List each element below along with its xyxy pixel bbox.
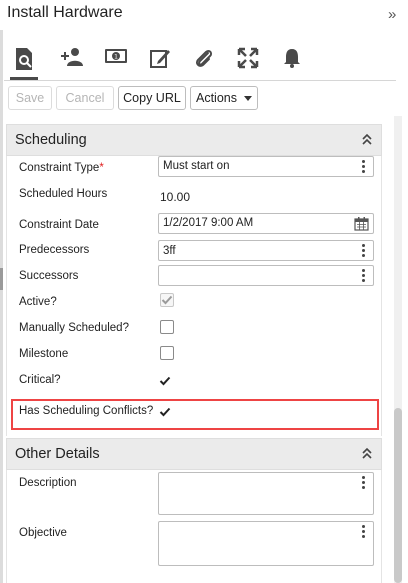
save-button[interactable]: Save	[8, 86, 52, 110]
manually-scheduled-label: Manually Scheduled?	[19, 322, 129, 334]
scheduled-hours-value: 10.00	[160, 190, 191, 204]
objective-label: Objective	[19, 527, 67, 539]
panel-resize-handle[interactable]	[0, 268, 3, 290]
scheduling-section-title: Scheduling	[15, 132, 87, 148]
description-label: Description	[19, 477, 77, 489]
constraint-date-label: Constraint Date	[19, 219, 99, 231]
panel-title: Install Hardware	[7, 4, 123, 21]
add-person-icon	[61, 48, 83, 66]
expand-icon	[237, 47, 259, 69]
constraint-type-field[interactable]: Must start on	[158, 156, 374, 177]
constraint-date-value: 1/2/2017 9:00 AM	[163, 217, 254, 229]
edit-icon	[150, 50, 170, 68]
more-options-icon[interactable]	[362, 525, 365, 538]
paperclip-icon	[195, 49, 213, 67]
actions-dropdown[interactable]: Actions	[190, 86, 258, 110]
critical-check-icon	[159, 376, 171, 386]
left-rail	[0, 30, 3, 583]
milestone-checkbox[interactable]	[160, 346, 174, 360]
constraint-date-field[interactable]: 1/2/2017 9:00 AM	[158, 213, 374, 234]
has-scheduling-conflicts-label: Has Scheduling Conflicts?	[19, 405, 154, 417]
tab-financials[interactable]: 1	[96, 40, 136, 80]
predecessors-label: Predecessors	[19, 244, 90, 256]
scheduling-section-header[interactable]: Scheduling	[6, 124, 382, 156]
svg-text:1: 1	[114, 54, 118, 61]
predecessors-value: 3ff	[163, 245, 176, 257]
bell-icon	[284, 49, 300, 68]
more-options-icon[interactable]	[362, 160, 365, 173]
constraint-type-label: Constraint Type*	[19, 162, 104, 174]
check-icon	[161, 295, 173, 305]
milestone-label: Milestone	[19, 348, 69, 360]
critical-label: Critical?	[19, 374, 61, 386]
conflicts-check-icon	[159, 407, 171, 417]
collapse-section-icon[interactable]	[361, 132, 373, 151]
tab-edit[interactable]	[140, 40, 180, 80]
tabs-divider	[4, 80, 396, 81]
caret-down-icon	[244, 95, 252, 101]
tab-assignments[interactable]	[52, 40, 92, 80]
money-icon: 1	[105, 49, 127, 63]
more-options-icon[interactable]	[362, 269, 365, 282]
actions-label: Actions	[196, 91, 237, 105]
objective-textarea[interactable]	[158, 521, 374, 566]
more-options-icon[interactable]	[362, 476, 365, 489]
other-details-section-title: Other Details	[15, 446, 100, 462]
more-options-icon[interactable]	[362, 244, 365, 257]
successors-field[interactable]	[158, 265, 374, 286]
copy-url-button[interactable]: Copy URL	[118, 86, 186, 110]
successors-label: Successors	[19, 270, 79, 282]
panel-header: Install Hardware »	[0, 0, 408, 30]
cancel-button[interactable]: Cancel	[56, 86, 114, 110]
scheduled-hours-label: Scheduled Hours	[19, 188, 108, 200]
scrollbar-thumb[interactable]	[394, 408, 402, 583]
collapse-panel-button[interactable]: »	[388, 6, 396, 23]
document-search-icon	[16, 48, 32, 70]
active-label: Active?	[19, 296, 57, 308]
tab-details[interactable]	[4, 40, 44, 80]
manually-scheduled-checkbox[interactable]	[160, 320, 174, 334]
tab-notifications[interactable]	[272, 40, 312, 80]
tab-attachments[interactable]	[184, 40, 224, 80]
required-marker: *	[99, 162, 104, 174]
icon-tab-bar: 1	[4, 40, 394, 80]
tab-expand[interactable]	[228, 40, 268, 80]
active-checkbox[interactable]	[160, 293, 174, 307]
other-details-section-header[interactable]: Other Details	[6, 438, 382, 470]
constraint-type-value: Must start on	[163, 160, 230, 172]
calendar-icon[interactable]	[354, 216, 369, 236]
predecessors-field[interactable]: 3ff	[158, 240, 374, 261]
collapse-section-icon[interactable]	[361, 446, 373, 465]
description-textarea[interactable]	[158, 472, 374, 515]
